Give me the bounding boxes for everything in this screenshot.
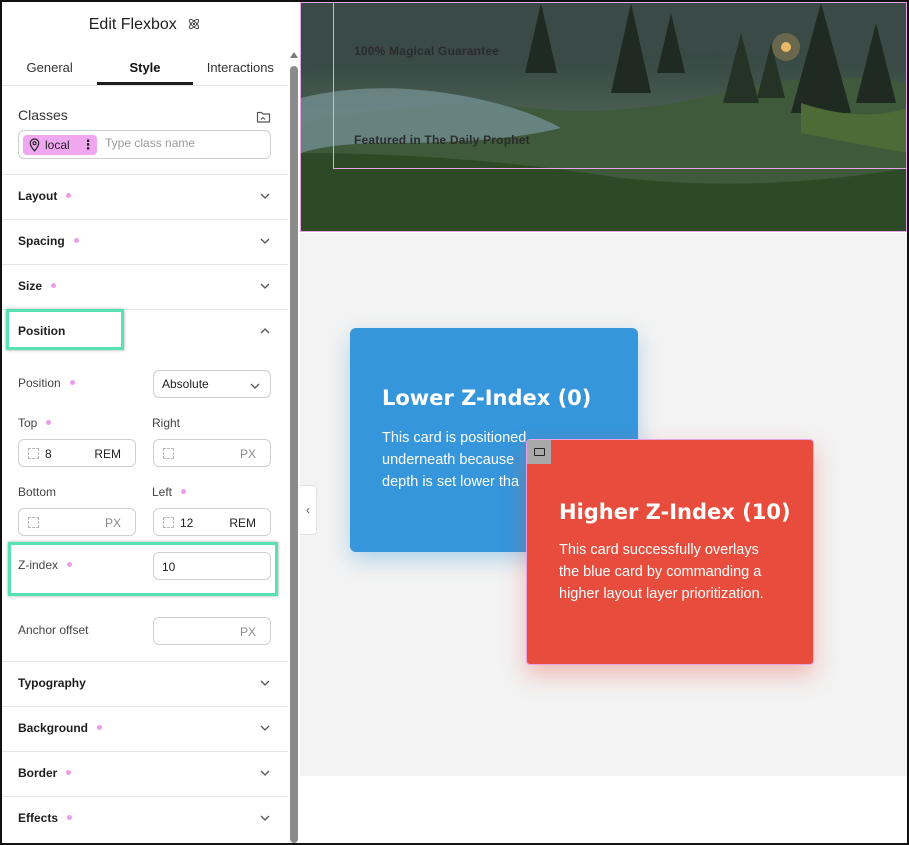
card-lower-line-3: depth is set lower tha — [382, 474, 520, 490]
top-value: 8 — [45, 447, 52, 461]
section-effects[interactable]: Effects — [2, 796, 288, 841]
chevron-down-icon — [260, 680, 270, 686]
chevron-down-icon — [260, 283, 270, 289]
left-value: 12 — [180, 516, 194, 530]
top-input[interactable]: 8 REM — [18, 439, 136, 467]
position-label: Position — [18, 376, 61, 390]
card-higher-title: Higher Z-Index (10) — [559, 500, 791, 524]
right-input[interactable]: PX — [153, 439, 271, 467]
section-typography-label: Typography — [18, 676, 86, 690]
position-select-value: Absolute — [162, 377, 209, 391]
section-position[interactable]: Position — [2, 309, 288, 354]
dashed-box-icon — [28, 448, 39, 459]
card-higher-line-1: This card successfully overlays — [559, 542, 759, 558]
chevron-down-icon — [260, 815, 270, 821]
dashed-box-icon — [163, 448, 174, 459]
modified-dot — [69, 380, 75, 385]
section-size[interactable]: Size — [2, 264, 288, 309]
chevron-down-icon — [250, 383, 260, 389]
hero-content-box: 100% Magical Guarantee Featured in The D… — [333, 3, 906, 169]
card-higher-zindex[interactable]: Higher Z-Index (10) This card successful… — [526, 439, 814, 665]
tab-general[interactable]: General — [2, 58, 97, 85]
modified-dot — [73, 238, 79, 243]
tab-bar: General Style Interactions — [2, 58, 288, 86]
folder-icon[interactable] — [256, 109, 271, 124]
atom-icon — [189, 18, 200, 30]
anchor-offset-input[interactable]: PX — [153, 617, 271, 645]
chevron-down-icon — [260, 725, 270, 731]
hero-line-featured: Featured in The Daily Prophet — [354, 133, 530, 147]
modified-dot — [67, 815, 73, 820]
chevron-down-icon — [260, 238, 270, 244]
section-typography[interactable]: Typography — [2, 661, 288, 706]
modified-dot — [46, 420, 52, 425]
position-select[interactable]: Absolute — [153, 370, 271, 398]
class-name-input[interactable] — [105, 136, 265, 150]
modified-dot — [66, 770, 72, 775]
modified-dot — [97, 725, 103, 730]
section-border[interactable]: Border — [2, 751, 288, 796]
more-vertical-icon[interactable]: ⋮ — [81, 137, 95, 153]
classes-label: Classes — [18, 107, 68, 123]
card-higher-line-3: higher layout layer prioritization. — [559, 586, 764, 602]
modified-dot — [67, 562, 73, 567]
class-selector[interactable]: local ⋮ — [18, 130, 271, 159]
panel-scrollbar[interactable] — [289, 2, 300, 843]
top-label: Top — [18, 416, 38, 430]
section-background[interactable]: Background — [2, 706, 288, 751]
left-label: Left — [152, 485, 173, 499]
modified-dot — [51, 283, 57, 288]
hero-image: 100% Magical Guarantee Featured in The D… — [300, 2, 907, 232]
zindex-input[interactable]: 10 — [153, 552, 271, 580]
chevron-down-icon — [260, 193, 270, 199]
section-border-label: Border — [18, 766, 58, 780]
tab-style[interactable]: Style — [97, 58, 193, 85]
left-input[interactable]: 12 REM — [153, 508, 271, 536]
panel-title: Edit Flexbox — [2, 16, 288, 34]
dashed-box-icon — [163, 517, 174, 528]
section-effects-label: Effects — [18, 811, 59, 825]
section-layout-label: Layout — [18, 189, 58, 203]
chevron-up-icon — [260, 328, 270, 334]
dashed-box-icon — [28, 517, 39, 528]
section-layout[interactable]: Layout — [2, 174, 288, 219]
modified-dot — [181, 489, 187, 494]
anchor-offset-unit[interactable]: PX — [240, 625, 256, 639]
right-label: Right — [152, 416, 181, 430]
class-chip-label: local — [45, 138, 70, 152]
scroll-up-icon[interactable] — [290, 52, 298, 58]
card-lower-line-1: This card is positioned — [382, 430, 527, 446]
editor-panel: Edit Flexbox General Style Interactions … — [2, 2, 288, 843]
hero-line-guarantee: 100% Magical Guarantee — [354, 44, 500, 58]
scrollbar-thumb[interactable] — [290, 66, 298, 843]
card-lower-title: Lower Z-Index (0) — [382, 386, 592, 410]
canvas: 100% Magical Guarantee Featured in The D… — [300, 2, 907, 843]
bottom-input[interactable]: PX — [18, 508, 136, 536]
collapse-panel-button[interactable]: ‹ — [300, 485, 317, 535]
class-chip-local[interactable]: local ⋮ — [23, 135, 97, 155]
card-lower-line-2: underneath because — [382, 452, 515, 468]
top-unit[interactable]: REM — [94, 447, 121, 461]
left-unit[interactable]: REM — [229, 516, 256, 530]
section-spacing-label: Spacing — [18, 234, 65, 248]
element-selector-icon[interactable] — [527, 440, 551, 464]
right-unit[interactable]: PX — [240, 447, 256, 461]
section-spacing[interactable]: Spacing — [2, 219, 288, 264]
zindex-label: Z-index — [18, 558, 59, 572]
chevron-left-icon: ‹ — [306, 503, 310, 517]
tab-interactions[interactable]: Interactions — [193, 58, 288, 85]
section-position-label: Position — [18, 324, 66, 338]
zindex-value: 10 — [162, 560, 176, 574]
bottom-unit[interactable]: PX — [105, 516, 121, 530]
bottom-label: Bottom — [18, 485, 57, 499]
card-higher-line-2: the blue card by commanding a — [559, 564, 762, 580]
modified-dot — [66, 193, 72, 198]
chevron-down-icon — [260, 770, 270, 776]
section-size-label: Size — [18, 279, 43, 293]
section-background-label: Background — [18, 721, 89, 735]
panel-title-text: Edit Flexbox — [88, 16, 177, 33]
location-pin-icon — [29, 138, 40, 152]
anchor-offset-label: Anchor offset — [18, 623, 89, 637]
